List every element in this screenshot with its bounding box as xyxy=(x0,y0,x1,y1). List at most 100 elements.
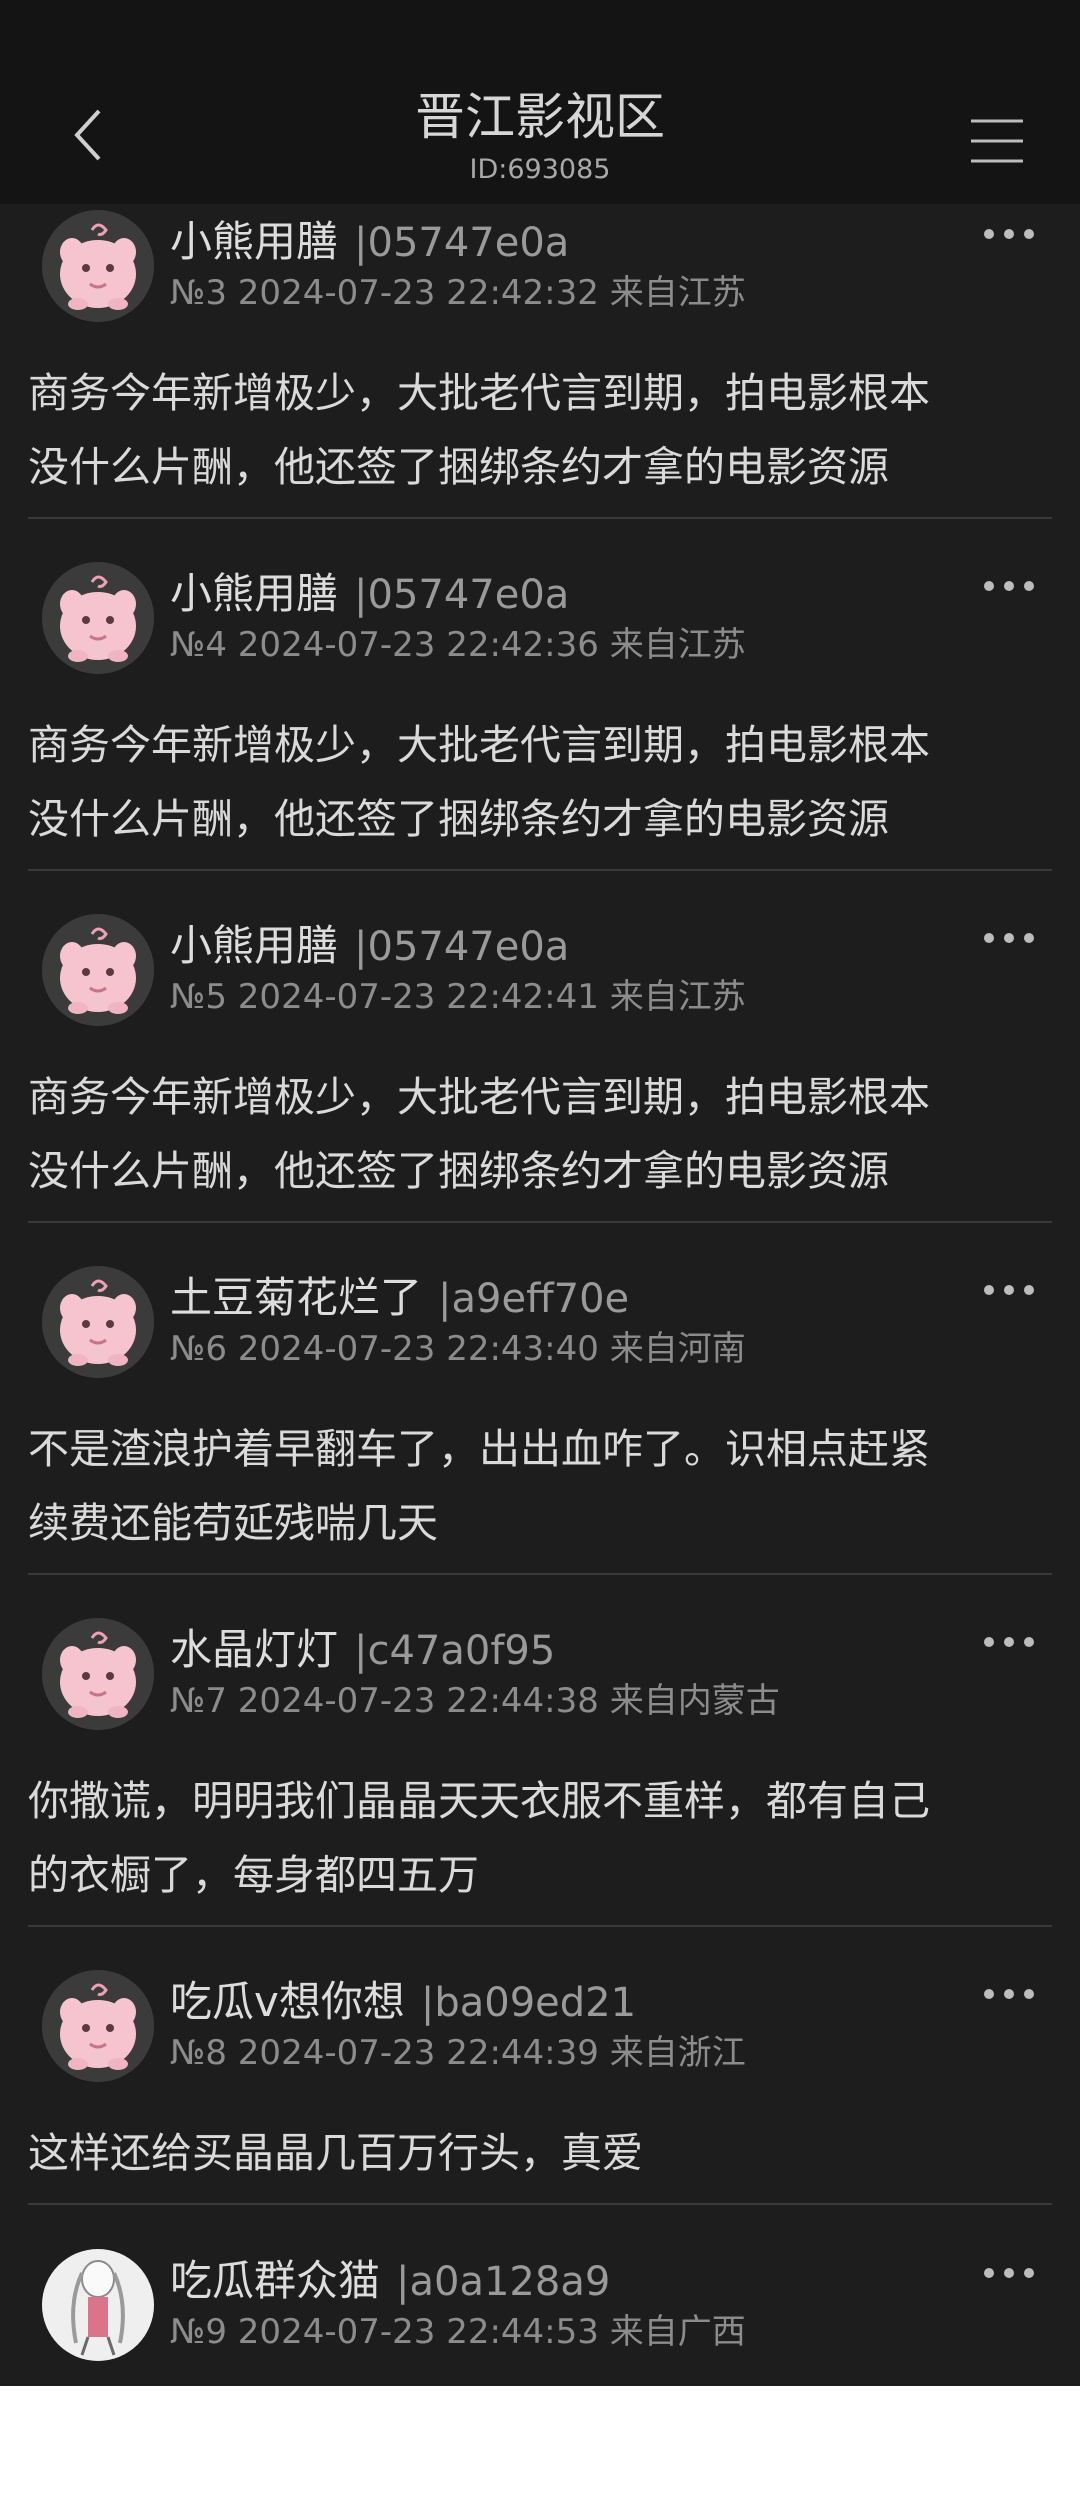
content-line: 续费还能苟延残喘几天 xyxy=(28,1499,438,1547)
dot-icon xyxy=(1004,1989,1014,1999)
dot-icon xyxy=(984,1989,994,1999)
dot-icon xyxy=(1024,2268,1034,2278)
user-line: 水晶灯灯 |c47a0f95 xyxy=(170,1622,555,1678)
content-line: 不是渣浪护着早翻车了，出出血咋了。识相点赶紧 xyxy=(28,1425,930,1473)
content-line: 商务今年新增极少，大批老代言到期，拍电影根本 xyxy=(28,1073,930,1121)
dot-icon xyxy=(1004,2268,1014,2278)
post-divider xyxy=(28,517,1052,519)
pink-creature-avatar-image xyxy=(42,914,154,1026)
avatar[interactable] xyxy=(42,1618,154,1730)
dot-icon xyxy=(1024,1637,1034,1647)
post-divider xyxy=(28,2203,1052,2205)
dot-icon xyxy=(1024,1285,1034,1295)
dot-icon xyxy=(1004,229,1014,239)
username[interactable]: 土豆菊花烂了 xyxy=(170,1270,422,1326)
post-meta: №6 2024-07-23 22:43:40 来自河南 xyxy=(170,1329,746,1369)
username[interactable]: 小熊用膳 xyxy=(170,214,338,270)
post-divider xyxy=(28,869,1052,871)
user-id: |c47a0f95 xyxy=(354,1628,556,1674)
post-content: 商务今年新增极少，大批老代言到期，拍电影根本 没什么片酬，他还签了捆绑条约才拿的电… xyxy=(28,356,1058,504)
post-meta: №9 2024-07-23 22:44:53 来自广西 xyxy=(170,2312,746,2352)
post-meta: №4 2024-07-23 22:42:36 来自江苏 xyxy=(170,625,746,665)
pink-creature-avatar-image xyxy=(42,1970,154,2082)
post-meta: №8 2024-07-23 22:44:39 来自浙江 xyxy=(170,2033,746,2073)
post-content: 商务今年新增极少，大批老代言到期，拍电影根本 没什么片酬，他还签了捆绑条约才拿的电… xyxy=(28,1060,1058,1208)
top-bar: 晋江影视区 ID:693085 xyxy=(0,70,1080,204)
user-id: |05747e0a xyxy=(354,572,570,618)
dot-icon xyxy=(1004,581,1014,591)
avatar[interactable] xyxy=(42,1970,154,2082)
user-id: |05747e0a xyxy=(354,924,570,970)
dot-icon xyxy=(984,933,994,943)
user-line: 吃瓜群众猫 |a0a128a9 xyxy=(170,2253,610,2309)
dot-icon xyxy=(984,1285,994,1295)
content-line: 没什么片酬，他还签了捆绑条约才拿的电影资源 xyxy=(28,1147,889,1195)
pink-creature-avatar-image xyxy=(42,562,154,674)
hamburger-menu-icon xyxy=(971,119,1023,163)
dot-icon xyxy=(1024,1989,1034,1999)
user-line: 小熊用膳 |05747e0a xyxy=(170,918,569,974)
pink-creature-avatar-image xyxy=(42,210,154,322)
content-line: 这样还给买晶晶几百万行头，真爱 xyxy=(28,2129,643,2177)
more-options-button[interactable] xyxy=(984,928,1034,948)
avatar[interactable] xyxy=(42,210,154,322)
post-content: 你撒谎，明明我们晶晶天天衣服不重样，都有自己 的衣橱了，每身都四五万 xyxy=(28,1764,1058,1912)
more-options-button[interactable] xyxy=(984,1632,1034,1652)
user-line: 土豆菊花烂了 |a9eff70e xyxy=(170,1270,629,1326)
post-meta: №5 2024-07-23 22:42:41 来自江苏 xyxy=(170,977,746,1017)
dot-icon xyxy=(1024,581,1034,591)
content-line: 的衣橱了，每身都四五万 xyxy=(28,1851,479,1899)
username[interactable]: 吃瓜群众猫 xyxy=(170,2253,380,2309)
more-options-button[interactable] xyxy=(984,2263,1034,2283)
dot-icon xyxy=(984,1637,994,1647)
post-content: 商务今年新增极少，大批老代言到期，拍电影根本 没什么片酬，他还签了捆绑条约才拿的电… xyxy=(28,708,1058,856)
post-content: 这样还给买晶晶几百万行头，真爱 xyxy=(28,2116,1058,2190)
more-options-button[interactable] xyxy=(984,1280,1034,1300)
user-id: |a9eff70e xyxy=(438,1276,630,1322)
dot-icon xyxy=(1024,933,1034,943)
dot-icon xyxy=(1004,933,1014,943)
pink-creature-avatar-image xyxy=(42,1266,154,1378)
content-line: 商务今年新增极少，大批老代言到期，拍电影根本 xyxy=(28,369,930,417)
username[interactable]: 小熊用膳 xyxy=(170,918,338,974)
post-divider xyxy=(28,1925,1052,1927)
dot-icon xyxy=(1024,229,1034,239)
user-id: |ba09ed21 xyxy=(420,1980,637,2026)
avatar[interactable] xyxy=(42,2249,154,2361)
dot-icon xyxy=(984,2268,994,2278)
status-bar xyxy=(0,0,1080,70)
user-id: |a0a128a9 xyxy=(396,2259,611,2305)
user-id: |05747e0a xyxy=(354,220,570,266)
more-options-button[interactable] xyxy=(984,576,1034,596)
content-line: 你撒谎，明明我们晶晶天天衣服不重样，都有自己 xyxy=(28,1777,930,1825)
dot-icon xyxy=(984,581,994,591)
post-meta: №3 2024-07-23 22:42:32 来自江苏 xyxy=(170,273,746,313)
username[interactable]: 吃瓜v想你想 xyxy=(170,1974,405,2030)
user-line: 小熊用膳 |05747e0a xyxy=(170,214,569,270)
avatar[interactable] xyxy=(42,1266,154,1378)
content-line: 没什么片酬，他还签了捆绑条约才拿的电影资源 xyxy=(28,795,889,843)
more-options-button[interactable] xyxy=(984,1984,1034,2004)
pink-creature-avatar-image xyxy=(42,1618,154,1730)
dot-icon xyxy=(1004,1285,1014,1295)
app-screen: 晋江影视区 ID:693085 小熊用膳 |05747e0a №3 2024-07-… xyxy=(0,0,1080,2386)
username[interactable]: 水晶灯灯 xyxy=(170,1622,338,1678)
avatar[interactable] xyxy=(42,914,154,1026)
user-line: 吃瓜v想你想 |ba09ed21 xyxy=(170,1974,636,2030)
avatar[interactable] xyxy=(42,562,154,674)
user-line: 小熊用膳 |05747e0a xyxy=(170,566,569,622)
forum-id: ID:693085 xyxy=(469,154,611,185)
post-divider xyxy=(28,1573,1052,1575)
more-options-button[interactable] xyxy=(984,224,1034,244)
menu-button[interactable] xyxy=(962,106,1032,176)
dot-icon xyxy=(1004,1637,1014,1647)
post-divider xyxy=(28,1221,1052,1223)
white-figure-avatar-image xyxy=(42,2249,154,2361)
content-line: 商务今年新增极少，大批老代言到期，拍电影根本 xyxy=(28,721,930,769)
page-title: 晋江影视区 xyxy=(415,88,665,146)
post-content: 不是渣浪护着早翻车了，出出血咋了。识相点赶紧 续费还能苟延残喘几天 xyxy=(28,1412,1058,1560)
post-meta: №7 2024-07-23 22:44:38 来自内蒙古 xyxy=(170,1681,780,1721)
username[interactable]: 小熊用膳 xyxy=(170,566,338,622)
content-line: 没什么片酬，他还签了捆绑条约才拿的电影资源 xyxy=(28,443,889,491)
dot-icon xyxy=(984,229,994,239)
